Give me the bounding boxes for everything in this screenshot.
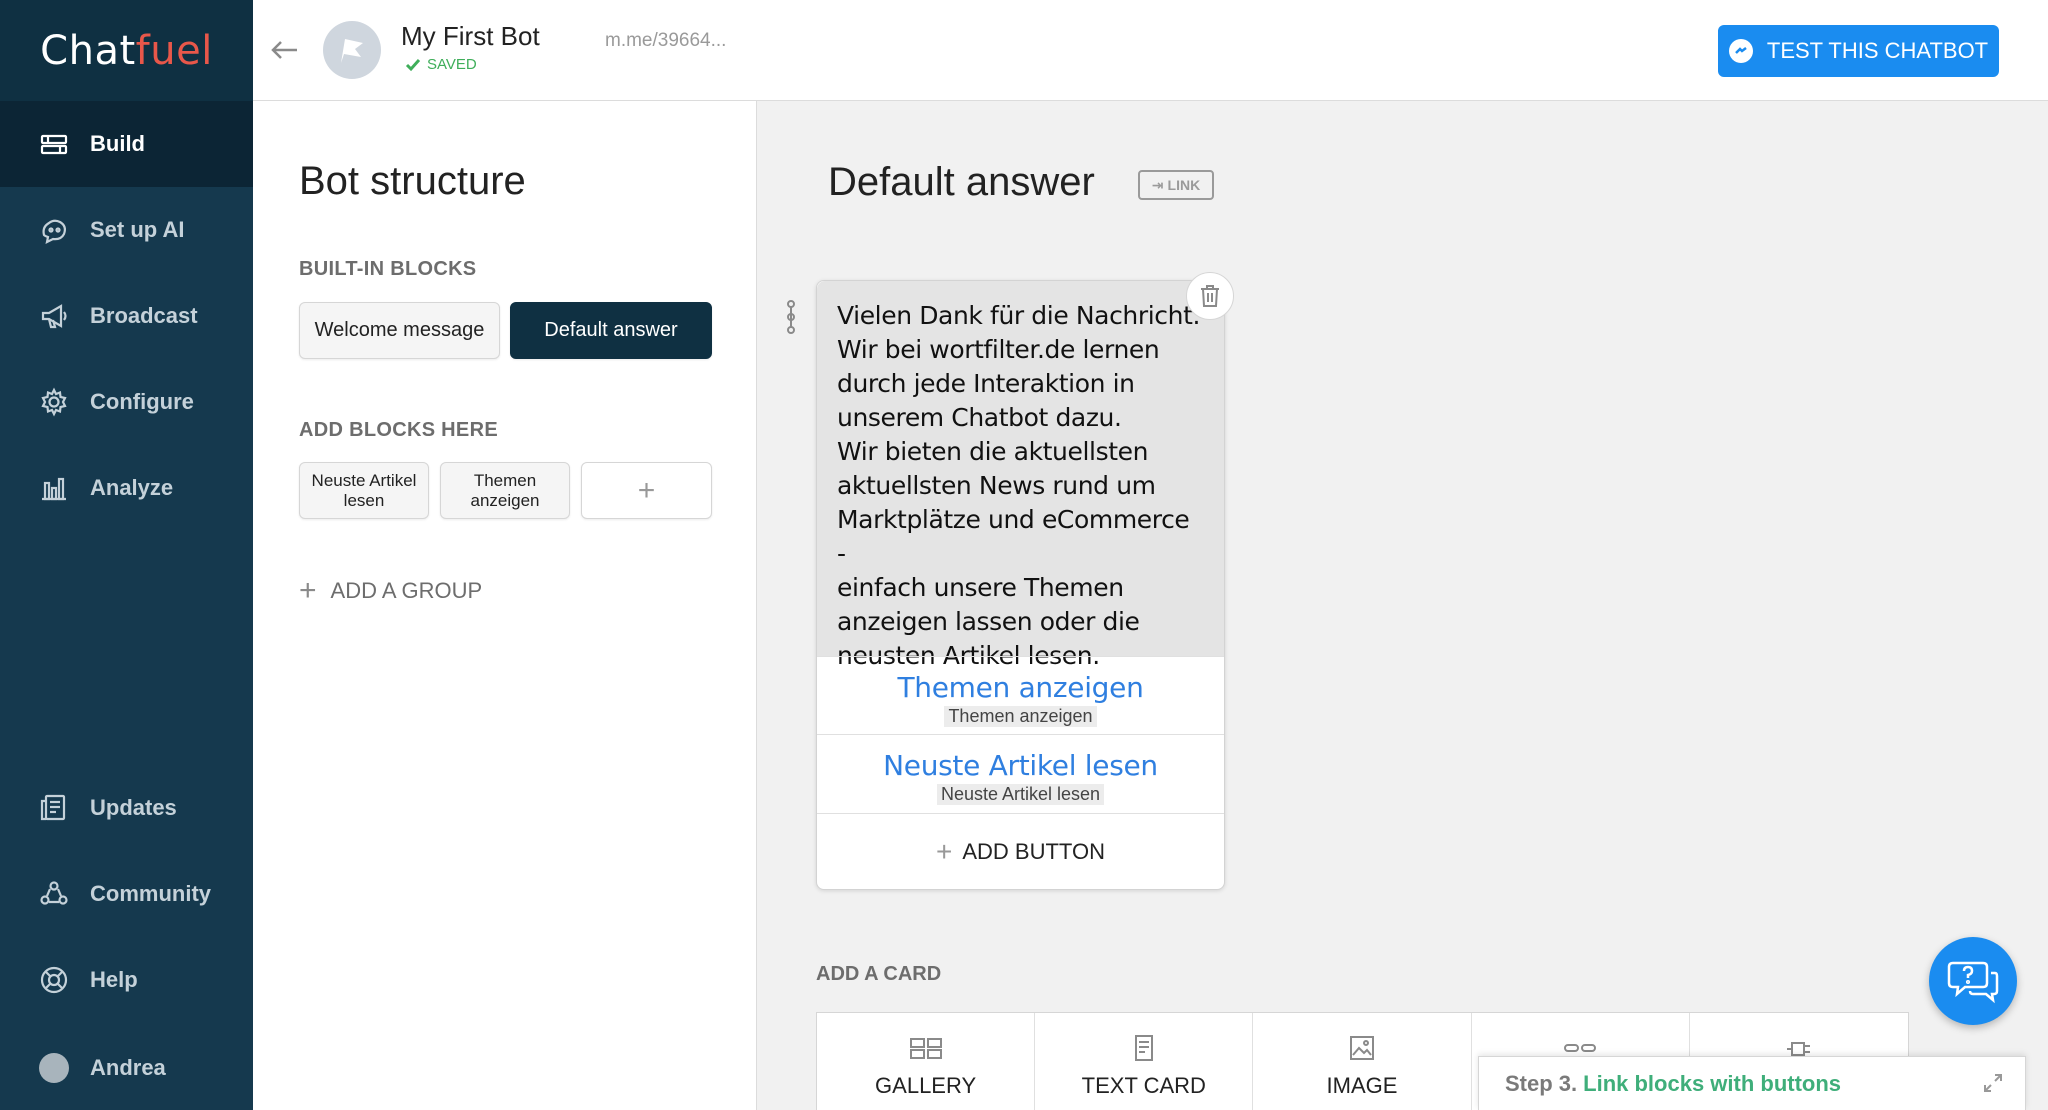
nav-broadcast[interactable]: Broadcast — [0, 273, 253, 359]
test-chatbot-label: TEST THIS CHATBOT — [1766, 38, 1989, 63]
flag-icon — [341, 39, 363, 63]
back-arrow-icon[interactable] — [269, 34, 303, 68]
nav-user-profile[interactable]: Andrea — [0, 1025, 253, 1110]
nav-community[interactable]: Community — [0, 851, 253, 937]
drag-handle-icon[interactable] — [783, 298, 799, 336]
nav-build[interactable]: Build — [0, 101, 253, 187]
bot-link[interactable]: m.me/39664... — [605, 30, 726, 52]
sidebar: Chatfuel Build Set up AI Broadcast Confi… — [0, 0, 253, 1110]
built-in-blocks-label: BUILT-IN BLOCKS — [299, 258, 477, 280]
step-number: Step 3. — [1505, 1070, 1578, 1096]
add-blocks-label: ADD BLOCKS HERE — [299, 419, 498, 441]
nav-analyze-label: Analyze — [90, 475, 174, 500]
bot-structure-panel: Bot structure BUILT-IN BLOCKS Welcome me… — [253, 101, 757, 1110]
image-icon — [1350, 1036, 1374, 1060]
plus-icon: + — [936, 835, 953, 867]
step-text: Link blocks with buttons — [1583, 1070, 1842, 1096]
nav-community-label: Community — [90, 881, 211, 906]
nav-updates-label: Updates — [90, 795, 177, 820]
updates-icon — [38, 792, 70, 824]
nav-setup-ai[interactable]: Set up AI — [0, 187, 253, 273]
plus-icon: + — [299, 574, 317, 607]
build-icon — [38, 128, 70, 160]
save-status-label: SAVED — [427, 56, 477, 73]
bot-name[interactable]: My First Bot — [401, 21, 540, 52]
text-card: Vielen Dank für die Nachricht. Wir bei w… — [816, 272, 1234, 890]
card-button-title: Themen anzeigen — [897, 671, 1144, 704]
nav-user-name: Andrea — [90, 1055, 166, 1080]
card-type-label: IMAGE — [1326, 1073, 1398, 1098]
help-chat-button[interactable] — [1929, 937, 2017, 1025]
add-group-button[interactable]: + ADD A GROUP — [299, 574, 482, 608]
lifebuoy-icon — [38, 964, 70, 996]
nav-configure[interactable]: Configure — [0, 359, 253, 445]
block-label-line2: lesen — [343, 490, 385, 510]
logo-text-main: Chat — [40, 27, 136, 74]
nav-setup-ai-label: Set up AI — [90, 217, 185, 242]
card-type-text[interactable]: TEXT CARD — [1035, 1013, 1254, 1110]
chat-help-icon — [1947, 961, 1999, 1004]
add-button-label: ADD BUTTON — [962, 838, 1105, 864]
nav-analyze[interactable]: Analyze — [0, 445, 253, 531]
add-card-label: ADD A CARD — [816, 963, 942, 985]
bot-avatar[interactable] — [323, 21, 381, 79]
test-chatbot-button[interactable]: TEST THIS CHATBOT — [1718, 25, 1999, 77]
gear-icon — [38, 386, 70, 418]
link-arrow-icon: ⇥ — [1151, 176, 1164, 193]
block-label-line1: Neuste Artikel — [311, 470, 417, 490]
card-message-text[interactable]: Vielen Dank für die Nachricht. Wir bei w… — [817, 281, 1224, 670]
nav-build-label: Build — [90, 131, 145, 156]
block-title[interactable]: Default answer — [828, 160, 1095, 205]
add-button[interactable]: + ADD BUTTON — [817, 813, 1224, 889]
checkmark-icon — [405, 58, 421, 71]
save-status: SAVED — [405, 56, 477, 73]
card-type-label: GALLERY — [875, 1073, 977, 1098]
add-block-button[interactable]: + — [581, 462, 712, 519]
link-badge-label: LINK — [1167, 177, 1201, 193]
user-avatar — [38, 1052, 70, 1084]
block-label-line2: anzeigen — [470, 490, 540, 510]
megaphone-icon — [38, 300, 70, 332]
block-label-line1: Themen — [473, 470, 537, 490]
logo-text-accent: fuel — [135, 27, 213, 74]
card-button-target: Themen anzeigen — [944, 706, 1097, 727]
add-group-label: ADD A GROUP — [330, 578, 483, 603]
expand-icon[interactable] — [1983, 1073, 2003, 1093]
card-type-label: TEXT CARD — [1081, 1073, 1206, 1098]
card-type-image[interactable]: IMAGE — [1253, 1013, 1472, 1110]
card-type-gallery[interactable]: GALLERY — [817, 1013, 1036, 1110]
panel-title: Bot structure — [299, 159, 526, 203]
nav-configure-label: Configure — [90, 389, 194, 414]
messenger-icon — [1728, 39, 1753, 63]
chatfuel-logo[interactable]: Chatfuel — [0, 0, 253, 101]
card-button-themen[interactable]: Themen anzeigen Themen anzeigen — [817, 656, 1224, 734]
nav-help-label: Help — [90, 967, 138, 992]
text-card-icon — [1134, 1035, 1153, 1061]
gallery-icon — [909, 1038, 942, 1059]
nav-updates[interactable]: Updates — [0, 765, 253, 851]
community-icon — [38, 878, 70, 910]
card-button-title: Neuste Artikel lesen — [883, 749, 1158, 782]
trash-icon[interactable] — [1186, 272, 1234, 320]
block-welcome-message[interactable]: Welcome message — [299, 302, 500, 359]
link-badge[interactable]: ⇥ LINK — [1138, 170, 1214, 200]
card-button-artikel[interactable]: Neuste Artikel lesen Neuste Artikel lese… — [817, 734, 1224, 812]
nav-broadcast-label: Broadcast — [90, 303, 198, 328]
onboarding-step-panel[interactable]: Step 3. Link blocks with buttons — [1478, 1056, 2026, 1110]
card-button-target: Neuste Artikel lesen — [936, 784, 1105, 805]
top-bar: My First Bot SAVED m.me/39664... TEST TH… — [253, 0, 2048, 101]
bar-chart-icon — [38, 472, 70, 504]
ai-icon — [38, 214, 70, 246]
block-neuste-artikel[interactable]: Neuste Artikel lesen — [299, 462, 429, 519]
nav-help[interactable]: Help — [0, 937, 253, 1023]
block-themen-anzeigen[interactable]: Themen anzeigen — [440, 462, 570, 519]
block-default-answer[interactable]: Default answer — [510, 302, 712, 359]
